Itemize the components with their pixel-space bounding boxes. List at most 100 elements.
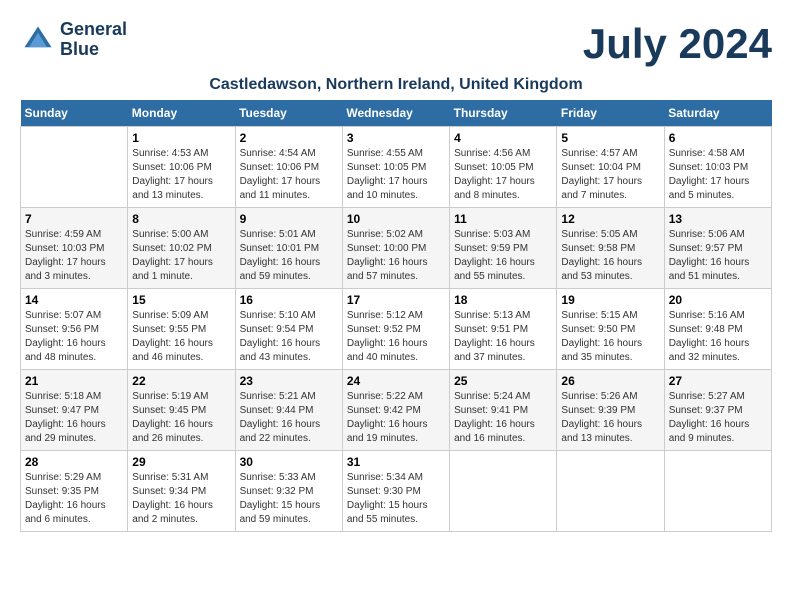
page-header: General Blue July 2024 — [20, 20, 772, 68]
day-number: 20 — [669, 293, 767, 307]
calendar-cell: 28 Sunrise: 5:29 AM Sunset: 9:35 PM Dayli… — [21, 451, 128, 532]
calendar-cell: 21 Sunrise: 5:18 AM Sunset: 9:47 PM Dayli… — [21, 370, 128, 451]
calendar-week-row: 14 Sunrise: 5:07 AM Sunset: 9:56 PM Dayli… — [21, 289, 772, 370]
day-number: 21 — [25, 374, 123, 388]
day-number: 11 — [454, 212, 552, 226]
day-info: Sunrise: 4:57 AM Sunset: 10:04 PM Daylig… — [561, 147, 659, 203]
calendar-cell — [664, 451, 771, 532]
day-info: Sunrise: 5:07 AM Sunset: 9:56 PM Dayligh… — [25, 309, 123, 365]
day-number: 25 — [454, 374, 552, 388]
weekday-header-friday: Friday — [557, 100, 664, 127]
day-number: 5 — [561, 131, 659, 145]
day-number: 22 — [132, 374, 230, 388]
day-info: Sunrise: 5:29 AM Sunset: 9:35 PM Dayligh… — [25, 471, 123, 527]
calendar-cell: 4 Sunrise: 4:56 AM Sunset: 10:05 PM Dayli… — [450, 127, 557, 208]
day-info: Sunrise: 5:03 AM Sunset: 9:59 PM Dayligh… — [454, 228, 552, 284]
day-info: Sunrise: 5:18 AM Sunset: 9:47 PM Dayligh… — [25, 390, 123, 446]
location-title: Castledawson, Northern Ireland, United K… — [20, 76, 772, 94]
day-info: Sunrise: 5:09 AM Sunset: 9:55 PM Dayligh… — [132, 309, 230, 365]
calendar-cell: 7Sunrise: 4:59 AM Sunset: 10:03 PM Dayli… — [21, 208, 128, 289]
calendar-cell — [21, 127, 128, 208]
day-number: 14 — [25, 293, 123, 307]
day-info: Sunrise: 5:15 AM Sunset: 9:50 PM Dayligh… — [561, 309, 659, 365]
day-info: Sunrise: 5:02 AM Sunset: 10:00 PM Daylig… — [347, 228, 445, 284]
day-info: Sunrise: 5:16 AM Sunset: 9:48 PM Dayligh… — [669, 309, 767, 365]
calendar-week-row: 28 Sunrise: 5:29 AM Sunset: 9:35 PM Dayli… — [21, 451, 772, 532]
day-info: Sunrise: 5:27 AM Sunset: 9:37 PM Dayligh… — [669, 390, 767, 446]
calendar-cell — [450, 451, 557, 532]
day-info: Sunrise: 5:19 AM Sunset: 9:45 PM Dayligh… — [132, 390, 230, 446]
day-number: 10 — [347, 212, 445, 226]
calendar-table: SundayMondayTuesdayWednesdayThursdayFrid… — [20, 100, 772, 532]
day-info: Sunrise: 4:56 AM Sunset: 10:05 PM Daylig… — [454, 147, 552, 203]
day-number: 2 — [240, 131, 338, 145]
day-info: Sunrise: 5:33 AM Sunset: 9:32 PM Dayligh… — [240, 471, 338, 527]
day-info: Sunrise: 5:34 AM Sunset: 9:30 PM Dayligh… — [347, 471, 445, 527]
logo-text: General Blue — [60, 20, 127, 60]
day-info: Sunrise: 5:26 AM Sunset: 9:39 PM Dayligh… — [561, 390, 659, 446]
calendar-cell: 14 Sunrise: 5:07 AM Sunset: 9:56 PM Dayli… — [21, 289, 128, 370]
day-info: Sunrise: 4:54 AM Sunset: 10:06 PM Daylig… — [240, 147, 338, 203]
weekday-header-wednesday: Wednesday — [342, 100, 449, 127]
day-info: Sunrise: 5:01 AM Sunset: 10:01 PM Daylig… — [240, 228, 338, 284]
day-info: Sunrise: 5:12 AM Sunset: 9:52 PM Dayligh… — [347, 309, 445, 365]
day-info: Sunrise: 4:53 AM Sunset: 10:06 PM Daylig… — [132, 147, 230, 203]
weekday-header-saturday: Saturday — [664, 100, 771, 127]
day-info: Sunrise: 5:21 AM Sunset: 9:44 PM Dayligh… — [240, 390, 338, 446]
calendar-cell: 8 Sunrise: 5:00 AM Sunset: 10:02 PM Dayli… — [128, 208, 235, 289]
calendar-cell: 10 Sunrise: 5:02 AM Sunset: 10:00 PM Dayl… — [342, 208, 449, 289]
calendar-cell: 27 Sunrise: 5:27 AM Sunset: 9:37 PM Dayli… — [664, 370, 771, 451]
weekday-header-thursday: Thursday — [450, 100, 557, 127]
calendar-cell: 9 Sunrise: 5:01 AM Sunset: 10:01 PM Dayli… — [235, 208, 342, 289]
calendar-cell: 17 Sunrise: 5:12 AM Sunset: 9:52 PM Dayli… — [342, 289, 449, 370]
day-number: 6 — [669, 131, 767, 145]
calendar-week-row: 21 Sunrise: 5:18 AM Sunset: 9:47 PM Dayli… — [21, 370, 772, 451]
calendar-cell: 1 Sunrise: 4:53 AM Sunset: 10:06 PM Dayli… — [128, 127, 235, 208]
day-info: Sunrise: 5:24 AM Sunset: 9:41 PM Dayligh… — [454, 390, 552, 446]
day-number: 4 — [454, 131, 552, 145]
calendar-cell: 2 Sunrise: 4:54 AM Sunset: 10:06 PM Dayli… — [235, 127, 342, 208]
day-info: Sunrise: 5:00 AM Sunset: 10:02 PM Daylig… — [132, 228, 230, 284]
day-number: 3 — [347, 131, 445, 145]
day-info: Sunrise: 5:05 AM Sunset: 9:58 PM Dayligh… — [561, 228, 659, 284]
calendar-cell: 16Sunrise: 5:10 AM Sunset: 9:54 PM Dayli… — [235, 289, 342, 370]
day-number: 13 — [669, 212, 767, 226]
logo-icon — [20, 22, 56, 58]
calendar-cell: 5 Sunrise: 4:57 AM Sunset: 10:04 PM Dayli… — [557, 127, 664, 208]
day-number: 8 — [132, 212, 230, 226]
day-number: 17 — [347, 293, 445, 307]
day-number: 18 — [454, 293, 552, 307]
day-number: 9 — [240, 212, 338, 226]
calendar-week-row: 7Sunrise: 4:59 AM Sunset: 10:03 PM Dayli… — [21, 208, 772, 289]
calendar-week-row: 1 Sunrise: 4:53 AM Sunset: 10:06 PM Dayli… — [21, 127, 772, 208]
day-number: 24 — [347, 374, 445, 388]
day-number: 7 — [25, 212, 123, 226]
calendar-cell: 6Sunrise: 4:58 AM Sunset: 10:03 PM Dayli… — [664, 127, 771, 208]
day-number: 29 — [132, 455, 230, 469]
calendar-cell: 18Sunrise: 5:13 AM Sunset: 9:51 PM Dayli… — [450, 289, 557, 370]
day-number: 30 — [240, 455, 338, 469]
day-number: 19 — [561, 293, 659, 307]
day-number: 28 — [25, 455, 123, 469]
calendar-cell: 15 Sunrise: 5:09 AM Sunset: 9:55 PM Dayli… — [128, 289, 235, 370]
calendar-cell: 3Sunrise: 4:55 AM Sunset: 10:05 PM Dayli… — [342, 127, 449, 208]
weekday-header-tuesday: Tuesday — [235, 100, 342, 127]
day-number: 26 — [561, 374, 659, 388]
calendar-cell: 13Sunrise: 5:06 AM Sunset: 9:57 PM Dayli… — [664, 208, 771, 289]
weekday-header-row: SundayMondayTuesdayWednesdayThursdayFrid… — [21, 100, 772, 127]
day-number: 1 — [132, 131, 230, 145]
calendar-cell: 19 Sunrise: 5:15 AM Sunset: 9:50 PM Dayli… — [557, 289, 664, 370]
day-info: Sunrise: 5:31 AM Sunset: 9:34 PM Dayligh… — [132, 471, 230, 527]
logo: General Blue — [20, 20, 127, 60]
day-number: 12 — [561, 212, 659, 226]
calendar-cell: 25 Sunrise: 5:24 AM Sunset: 9:41 PM Dayli… — [450, 370, 557, 451]
day-number: 15 — [132, 293, 230, 307]
calendar-cell: 11 Sunrise: 5:03 AM Sunset: 9:59 PM Dayli… — [450, 208, 557, 289]
day-number: 27 — [669, 374, 767, 388]
day-number: 31 — [347, 455, 445, 469]
calendar-cell — [557, 451, 664, 532]
day-info: Sunrise: 5:22 AM Sunset: 9:42 PM Dayligh… — [347, 390, 445, 446]
calendar-cell: 20 Sunrise: 5:16 AM Sunset: 9:48 PM Dayli… — [664, 289, 771, 370]
day-info: Sunrise: 5:10 AM Sunset: 9:54 PM Dayligh… — [240, 309, 338, 365]
calendar-cell: 22 Sunrise: 5:19 AM Sunset: 9:45 PM Dayli… — [128, 370, 235, 451]
